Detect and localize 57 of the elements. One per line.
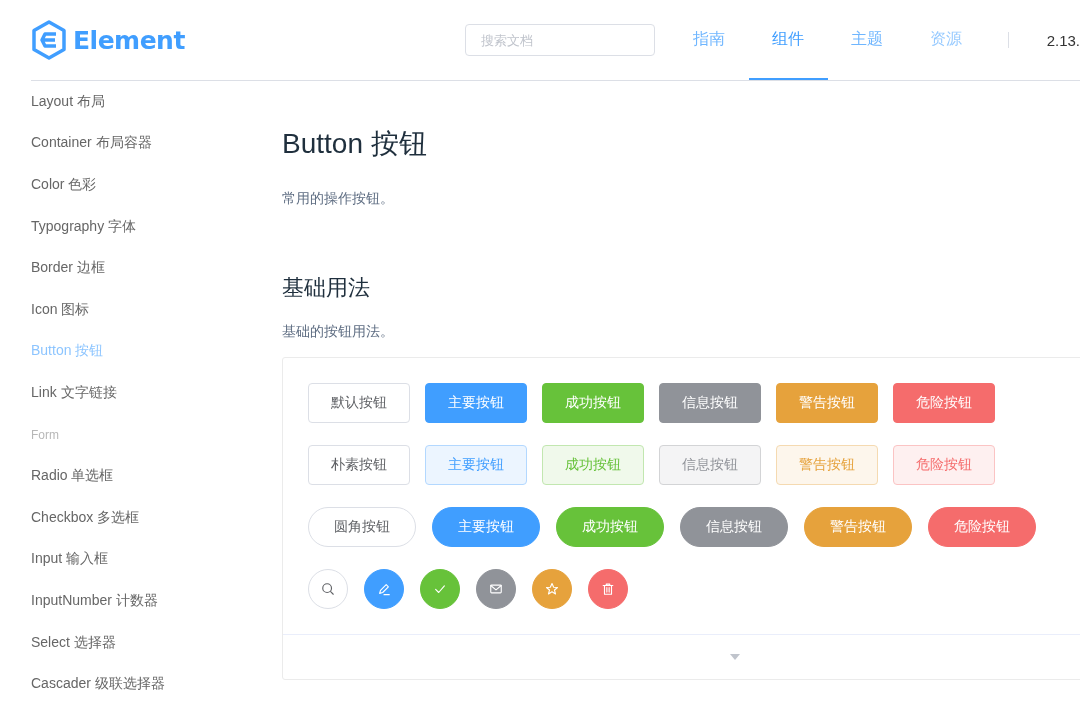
demo-button[interactable]: 警告按钮 bbox=[776, 445, 878, 485]
sidebar-item[interactable]: Input 输入框 bbox=[31, 550, 109, 569]
version-selector[interactable]: 2.13. bbox=[1046, 31, 1080, 49]
demo-button[interactable]: 成功按钮 bbox=[542, 383, 644, 423]
logo-text[interactable]: Element bbox=[73, 25, 185, 55]
page-title: Button 按钮 bbox=[282, 127, 428, 161]
search-icon bbox=[321, 582, 335, 596]
sidebar-group-label: Form bbox=[31, 427, 59, 442]
nav-tab[interactable]: 主题 bbox=[827, 0, 907, 80]
sidebar-item[interactable]: Color 色彩 bbox=[31, 176, 97, 194]
demo-button[interactable]: 圆角按钮 bbox=[308, 507, 416, 547]
page-description: 常用的操作按钮。 bbox=[282, 189, 395, 208]
expand-caret-icon[interactable] bbox=[730, 654, 740, 660]
hexagon-logo-icon bbox=[31, 20, 67, 60]
sidebar-item[interactable]: Button 按钮 bbox=[31, 342, 104, 361]
search-field[interactable]: 搜索文档 bbox=[464, 24, 655, 56]
demo-button[interactable]: 朴素按钮 bbox=[308, 445, 410, 485]
icon-button[interactable] bbox=[420, 569, 460, 609]
demo-button[interactable]: 主要按钮 bbox=[425, 445, 527, 485]
sidebar-item[interactable]: Container 布局容器 bbox=[31, 134, 152, 153]
demo-button[interactable]: 危险按钮 bbox=[893, 383, 995, 423]
demo-button[interactable]: 成功按钮 bbox=[556, 507, 664, 547]
sidebar-item[interactable]: Border 边框 bbox=[31, 259, 105, 278]
nav-tab[interactable]: 资源 bbox=[906, 0, 986, 80]
demo-button[interactable]: 信息按钮 bbox=[659, 383, 761, 423]
icon-button[interactable] bbox=[476, 569, 516, 609]
nav-tab[interactable]: 组件 bbox=[748, 0, 828, 80]
pencil-icon bbox=[377, 582, 391, 596]
section-title: 基础用法 bbox=[282, 274, 371, 302]
demo-button[interactable]: 信息按钮 bbox=[680, 507, 788, 547]
demo-button[interactable]: 主要按钮 bbox=[432, 507, 540, 547]
sidebar-item[interactable]: Checkbox 多选框 bbox=[31, 508, 140, 527]
demo-button[interactable]: 信息按钮 bbox=[659, 445, 761, 485]
demo-button[interactable]: 警告按钮 bbox=[804, 507, 912, 547]
sidebar-item[interactable]: Cascader 级联选择器 bbox=[31, 675, 165, 694]
trash-icon bbox=[601, 582, 615, 596]
sidebar-item[interactable]: Link 文字链接 bbox=[31, 383, 117, 402]
demo-button[interactable]: 危险按钮 bbox=[928, 507, 1036, 547]
envelope-icon bbox=[489, 582, 503, 596]
star-icon bbox=[545, 582, 559, 596]
nav-tab[interactable]: 指南 bbox=[669, 0, 749, 80]
sidebar-item[interactable]: Icon 图标 bbox=[31, 300, 90, 319]
sidebar-item[interactable]: InputNumber 计数器 bbox=[31, 591, 158, 610]
demo-button[interactable]: 危险按钮 bbox=[893, 445, 995, 485]
demo-button[interactable]: 成功按钮 bbox=[542, 445, 644, 485]
icon-button[interactable] bbox=[532, 569, 572, 609]
check-icon bbox=[433, 582, 447, 596]
icon-button[interactable] bbox=[588, 569, 628, 609]
sidebar-item[interactable]: Radio 单选框 bbox=[31, 467, 114, 486]
icon-button[interactable] bbox=[364, 569, 404, 609]
demo-button[interactable]: 默认按钮 bbox=[308, 383, 410, 423]
demo-button[interactable]: 主要按钮 bbox=[425, 383, 527, 423]
demo-button[interactable]: 警告按钮 bbox=[776, 383, 878, 423]
sidebar-item[interactable]: Select 选择器 bbox=[31, 633, 116, 652]
sidebar-item[interactable]: Layout 布局 bbox=[31, 92, 105, 111]
section-description: 基础的按钮用法。 bbox=[282, 322, 395, 341]
sidebar-item[interactable]: Typography 字体 bbox=[31, 217, 137, 236]
